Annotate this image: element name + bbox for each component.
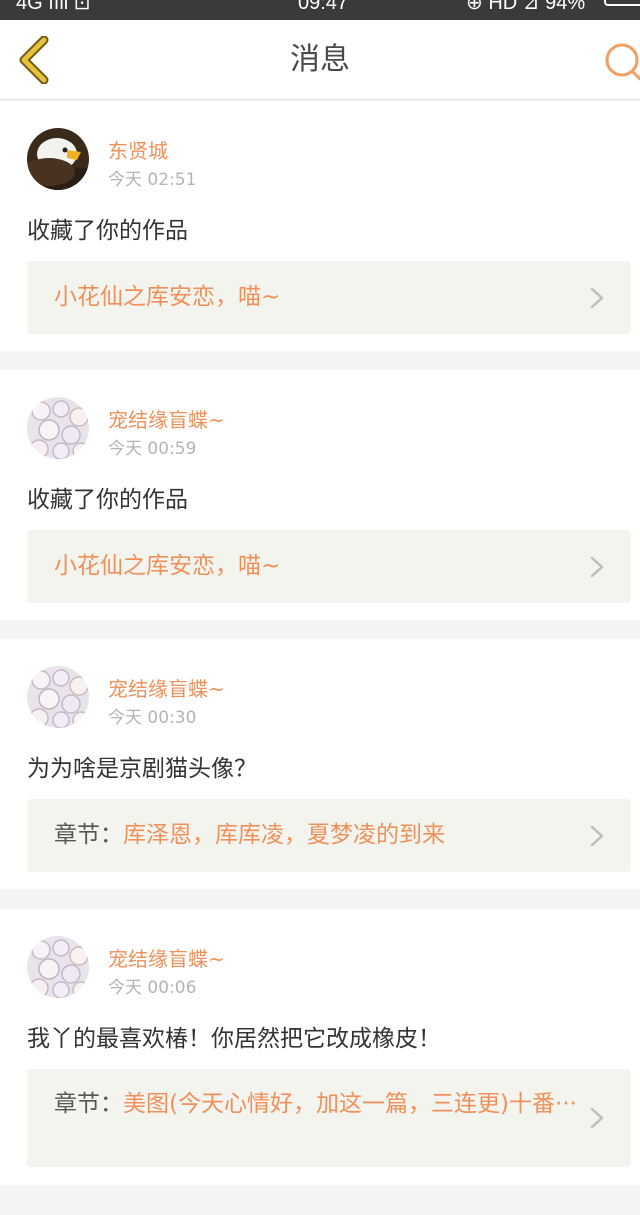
message-card: 宠结缘盲蝶~ 今天 00:06 我丫的最喜欢椿！你居然把它改成橡皮！ 章节：美图… <box>0 909 640 1185</box>
chevron-right-icon <box>590 287 604 309</box>
bubbles-avatar-image <box>27 936 89 998</box>
signal-indicator: 4G ııll ⊡ <box>16 0 91 14</box>
timestamp: 今天 02:51 <box>108 170 197 190</box>
eagle-avatar-image <box>27 128 89 190</box>
bubbles-avatar-image <box>27 397 89 459</box>
work-link[interactable]: 小花仙之库安恋，喵~ <box>27 530 631 603</box>
message-text: 收藏了你的作品 <box>27 218 188 244</box>
message-card: 东贤城 今天 02:51 收藏了你的作品 小花仙之库安恋，喵~ <box>0 101 640 351</box>
message-text: 我丫的最喜欢椿！你居然把它改成橡皮！ <box>27 1026 441 1052</box>
message-card: 宠结缘盲蝶~ 今天 00:59 收藏了你的作品 小花仙之库安恋，喵~ <box>0 370 640 620</box>
message-text: 收藏了你的作品 <box>27 487 188 513</box>
chevron-right-icon <box>590 1107 604 1129</box>
work-link-label: 小花仙之库安恋，喵~ <box>54 553 281 579</box>
chevron-right-icon <box>590 825 604 847</box>
bubbles-avatar-image <box>27 666 89 728</box>
message-text: 为为啥是京剧猫头像？ <box>27 756 257 782</box>
status-time: 09:47 <box>298 0 349 14</box>
avatar[interactable] <box>27 936 89 998</box>
timestamp: 今天 00:59 <box>108 439 197 459</box>
chevron-right-icon <box>590 556 604 578</box>
page-title: 消息 <box>290 42 350 77</box>
chapter-link-label: 章节：库泽恩，库库凌，夏梦凌的到来 <box>54 822 445 848</box>
search-button[interactable] <box>600 40 640 84</box>
header: 消息 <box>0 20 640 100</box>
back-button[interactable] <box>14 35 58 85</box>
status-bar: 4G ııll ⊡ 09:47 ⊕ HD ⊿ 94% <box>0 0 640 20</box>
battery-icon <box>604 0 640 6</box>
work-link-label: 小花仙之库安恋，喵~ <box>54 284 281 310</box>
work-link[interactable]: 小花仙之库安恋，喵~ <box>27 261 631 334</box>
chapter-link[interactable]: 章节：美图(今天心情好，加这一篇，三连更)十番··· <box>27 1069 631 1167</box>
search-icon <box>605 43 640 81</box>
avatar[interactable] <box>27 128 89 190</box>
chapter-link-label: 章节：美图(今天心情好，加这一篇，三连更)十番··· <box>54 1091 577 1117</box>
username[interactable]: 宠结缘盲蝶~ <box>108 673 225 702</box>
timestamp: 今天 00:30 <box>108 708 197 728</box>
username[interactable]: 东贤城 <box>108 135 168 164</box>
status-right-indicators: ⊕ HD ⊿ 94% <box>466 0 586 14</box>
chevron-left-icon <box>19 35 49 85</box>
message-card: 宠结缘盲蝶~ 今天 00:30 为为啥是京剧猫头像？ 章节：库泽恩，库库凌，夏梦… <box>0 639 640 889</box>
avatar[interactable] <box>27 397 89 459</box>
chapter-link[interactable]: 章节：库泽恩，库库凌，夏梦凌的到来 <box>27 799 631 872</box>
timestamp: 今天 00:06 <box>108 978 197 998</box>
username[interactable]: 宠结缘盲蝶~ <box>108 404 225 433</box>
username[interactable]: 宠结缘盲蝶~ <box>108 943 225 972</box>
avatar[interactable] <box>27 666 89 728</box>
